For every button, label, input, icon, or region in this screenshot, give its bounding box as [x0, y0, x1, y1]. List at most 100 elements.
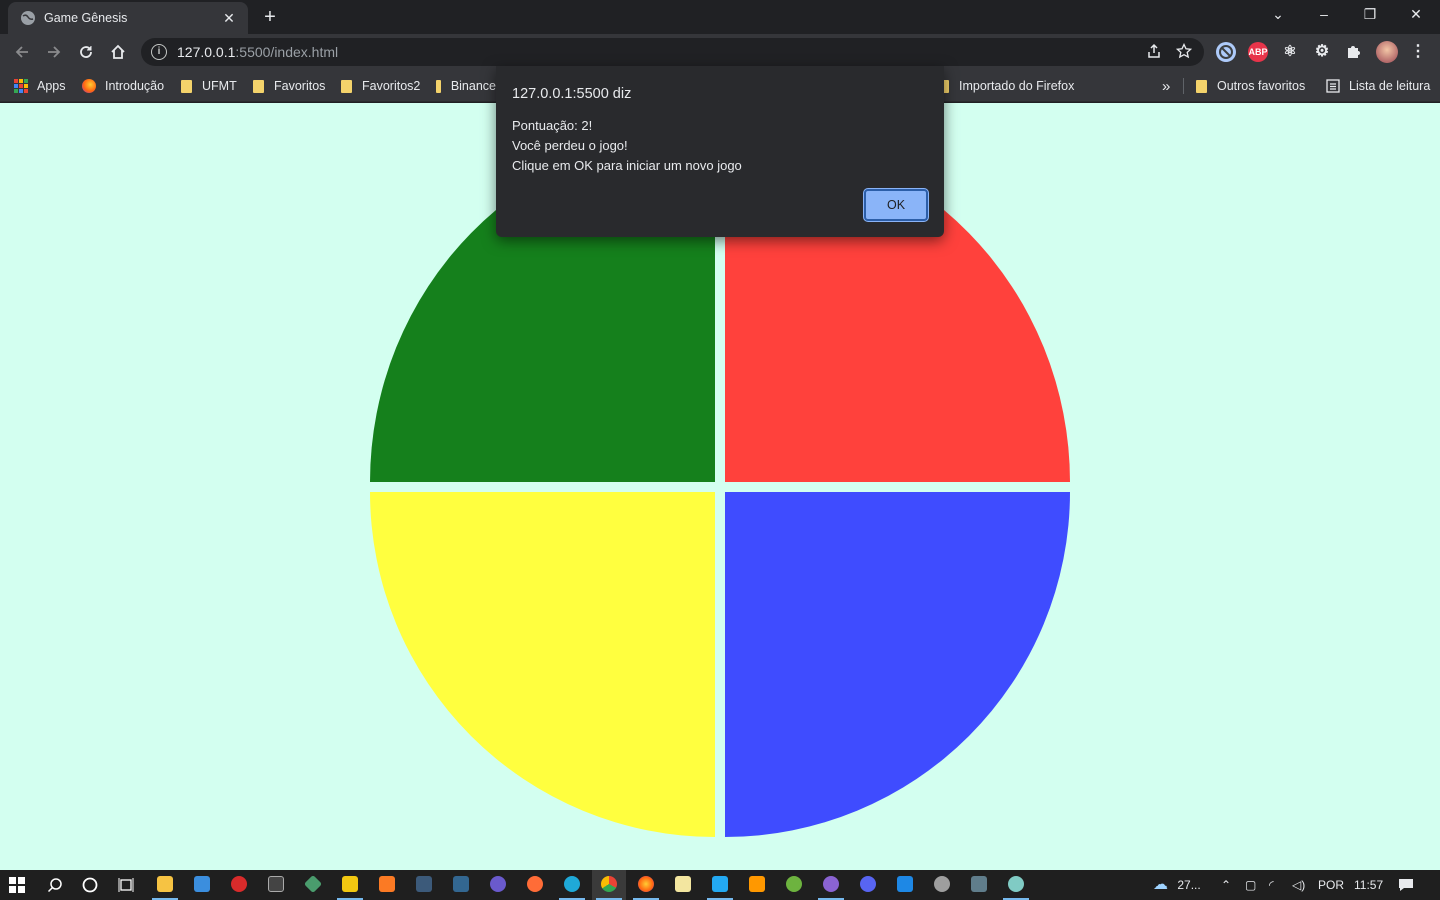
bookmark-folder-favoritos[interactable]: Favoritos: [253, 76, 325, 96]
dialog-message: Pontuação: 2! Você perdeu o jogo! Clique…: [512, 116, 928, 176]
yellow-quadrant[interactable]: [370, 492, 715, 837]
blocker-extension-icon[interactable]: [1216, 42, 1236, 62]
mysql-workbench-icon[interactable]: [416, 876, 432, 892]
powerbi-icon[interactable]: [342, 876, 358, 892]
discord-icon[interactable]: [860, 876, 876, 892]
xampp-icon[interactable]: [379, 876, 395, 892]
bookmark-label: Introdução: [105, 79, 165, 93]
alert-dialog: 127.0.0.1:5500 diz Pontuação: 2! Você pe…: [496, 66, 944, 237]
notifications-icon[interactable]: [1398, 870, 1414, 900]
close-window-button[interactable]: ✕: [1393, 0, 1439, 30]
star-icon[interactable]: [1176, 43, 1192, 59]
minimize-button[interactable]: –: [1301, 0, 1347, 30]
clock[interactable]: 11:57: [1354, 870, 1383, 900]
bookmark-label: Lista de leitura: [1349, 79, 1431, 93]
menu-kebab-icon[interactable]: ⋮: [1408, 42, 1428, 62]
reload-icon: [80, 46, 92, 58]
url-path: :5500/index.html: [235, 44, 339, 60]
extensions-puzzle-icon[interactable]: [1344, 42, 1364, 62]
sublime-icon[interactable]: [749, 876, 765, 892]
react-devtools-icon[interactable]: ⚛: [1280, 42, 1300, 62]
windows-taskbar: ☁ 27... ⌃ ▢ ◜ ◁) POR 11:57: [0, 870, 1440, 900]
task-view-icon: [118, 878, 134, 892]
terminal-icon[interactable]: [268, 876, 284, 892]
meet-now-icon[interactable]: ▢: [1245, 870, 1256, 900]
bookmark-folder-binance[interactable]: Binance: [436, 76, 496, 96]
omnibox-actions: [1146, 43, 1192, 59]
bookmark-label: Favoritos: [274, 79, 326, 93]
app-cloud-icon[interactable]: [934, 876, 950, 892]
bookmark-divider: [1183, 78, 1184, 94]
bookmark-folder-favoritos2[interactable]: Favoritos2: [341, 76, 420, 96]
tab-title: Game Gênesis: [44, 11, 128, 25]
notes-icon[interactable]: [675, 876, 691, 892]
forward-button[interactable]: [40, 38, 68, 66]
eclipse-icon[interactable]: [490, 876, 506, 892]
globe-icon: [21, 11, 35, 25]
bookmark-folder-outros[interactable]: Outros favoritos: [1196, 76, 1305, 96]
task-view-button[interactable]: [115, 874, 137, 896]
back-button[interactable]: [8, 38, 36, 66]
postgres-icon[interactable]: [453, 876, 469, 892]
bookmark-label: UFMT: [202, 79, 237, 93]
reading-list-icon: [1326, 79, 1340, 93]
home-button[interactable]: [104, 38, 132, 66]
app-gray-icon[interactable]: [971, 876, 987, 892]
bookmark-label: Outros favoritos: [1217, 79, 1306, 93]
new-tab-button[interactable]: +: [258, 6, 282, 30]
folder-icon: [253, 79, 264, 93]
browser-toolbar: i 127.0.0.1:5500/index.html ABP ⚛ ⚙ ⋮: [0, 34, 1440, 70]
postman-icon[interactable]: [527, 876, 543, 892]
address-bar[interactable]: i 127.0.0.1:5500/index.html: [141, 38, 1204, 66]
restore-button[interactable]: ❐: [1347, 0, 1393, 30]
apps-grid-icon: [14, 79, 28, 93]
browser-tab[interactable]: Game Gênesis ✕: [8, 2, 248, 34]
github-desktop-icon[interactable]: [823, 876, 839, 892]
app-diamond-icon[interactable]: [303, 874, 323, 894]
bookmarks-overflow-button[interactable]: »: [1162, 76, 1170, 96]
wifi-icon[interactable]: ◜: [1269, 870, 1274, 900]
app-blue-icon[interactable]: [897, 876, 913, 892]
tray-chevron-up-icon[interactable]: ⌃: [1221, 870, 1231, 900]
reload-button[interactable]: [72, 38, 100, 66]
gear-extension-icon[interactable]: ⚙: [1312, 42, 1332, 62]
blue-quadrant[interactable]: [725, 492, 1070, 837]
app-teal-icon[interactable]: [1008, 876, 1024, 892]
folder-icon: [436, 79, 441, 93]
tab-search-icon[interactable]: ⌄: [1255, 0, 1301, 30]
site-info-icon[interactable]: i: [151, 44, 167, 60]
share-icon[interactable]: [1146, 43, 1162, 59]
mail-icon[interactable]: [194, 876, 210, 892]
folder-icon: [181, 79, 192, 93]
file-explorer-icon[interactable]: [157, 876, 173, 892]
app-red-icon[interactable]: [231, 876, 247, 892]
search-button[interactable]: [44, 874, 66, 896]
search-icon: [47, 878, 62, 893]
vscode-icon[interactable]: [712, 876, 728, 892]
score-line: Pontuação: 2!: [512, 118, 593, 133]
adblock-plus-icon[interactable]: ABP: [1248, 42, 1268, 62]
reading-list-button[interactable]: Lista de leitura: [1326, 76, 1430, 96]
spring-icon[interactable]: [786, 876, 802, 892]
bookmark-label: Importado do Firefox: [959, 79, 1075, 93]
bookmark-folder-importado[interactable]: Importado do Firefox: [938, 76, 1074, 96]
windows-start-button[interactable]: [6, 874, 28, 896]
weather-cloud-icon: ☁: [1153, 876, 1168, 893]
volume-icon[interactable]: ◁): [1292, 870, 1305, 900]
cortana-button[interactable]: [79, 874, 101, 896]
bookmark-label: Apps: [37, 79, 66, 93]
language-indicator[interactable]: POR: [1318, 870, 1344, 900]
bookmark-apps[interactable]: Apps: [14, 76, 66, 96]
ok-button[interactable]: OK: [864, 189, 928, 221]
chrome-icon[interactable]: [601, 876, 617, 892]
restart-line: Clique em OK para iniciar um novo jogo: [512, 158, 742, 173]
no-entry-icon: [1219, 45, 1233, 59]
firefox-taskbar-icon[interactable]: [638, 876, 654, 892]
close-tab-icon[interactable]: ✕: [220, 9, 238, 27]
bookmark-introducao[interactable]: Introdução: [82, 76, 164, 96]
lost-line: Você perdeu o jogo!: [512, 138, 628, 153]
profile-avatar[interactable]: [1376, 41, 1398, 63]
edge-icon[interactable]: [564, 876, 580, 892]
bookmark-folder-ufmt[interactable]: UFMT: [181, 76, 237, 96]
weather-widget[interactable]: ☁ 27...: [1153, 870, 1201, 900]
